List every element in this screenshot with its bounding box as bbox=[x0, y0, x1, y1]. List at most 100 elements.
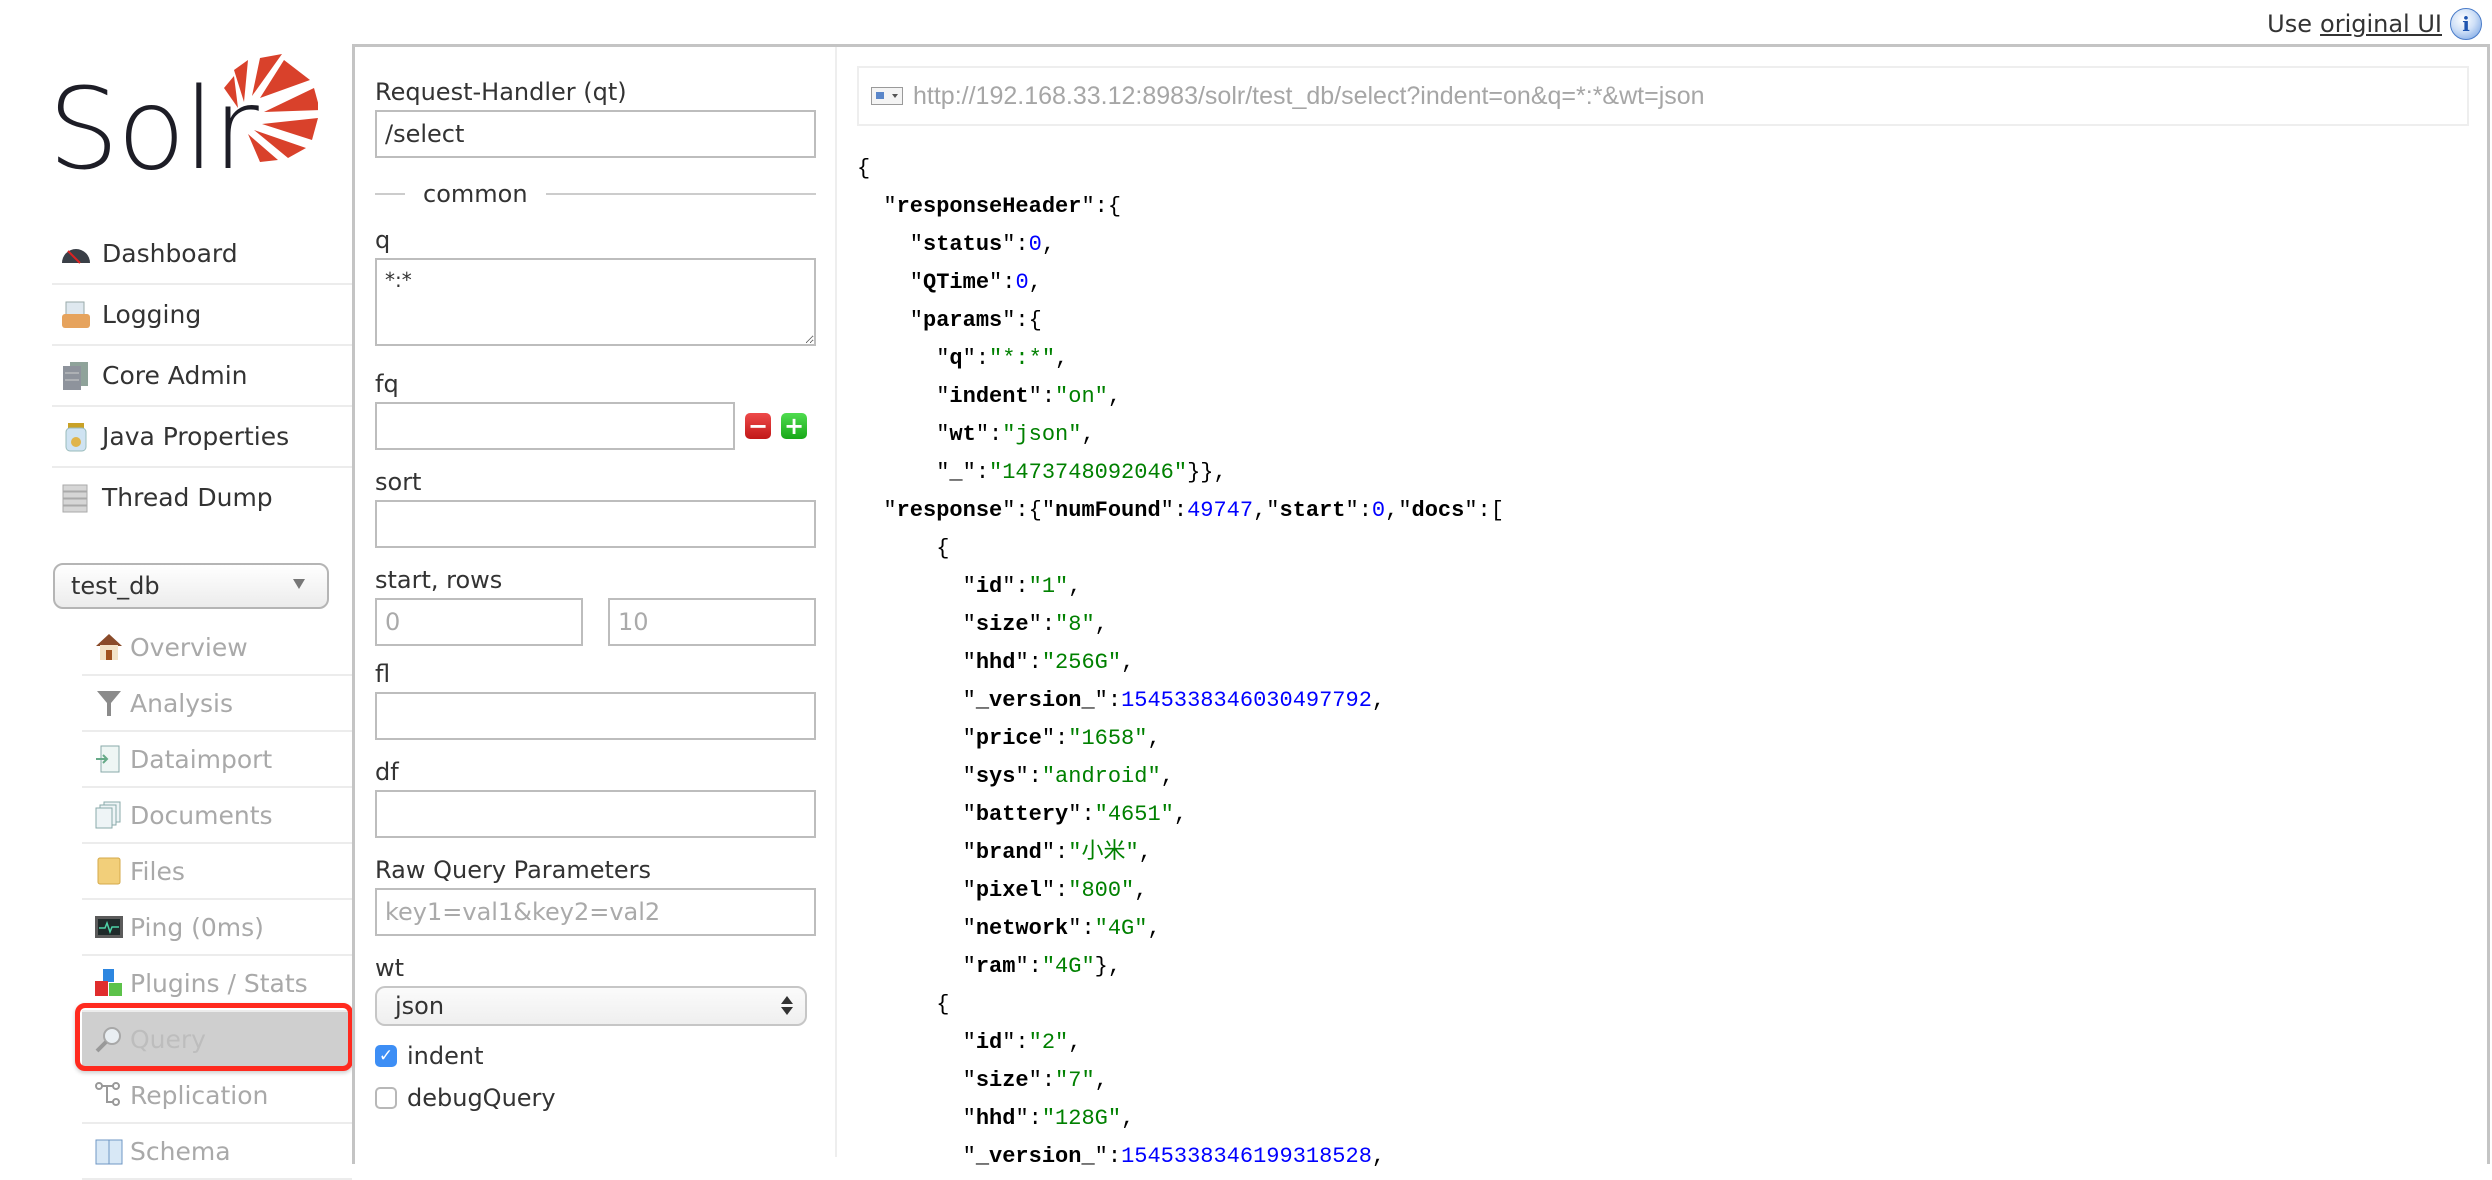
nav-item-logging[interactable]: Logging bbox=[52, 285, 352, 346]
core-nav-ping[interactable]: Ping (0ms) bbox=[82, 900, 352, 956]
core-nav-label: Schema bbox=[130, 1136, 231, 1166]
json-key: network bbox=[975, 916, 1069, 941]
core-nav-label: Analysis bbox=[130, 688, 234, 718]
dashboard-gauge-icon bbox=[60, 239, 92, 269]
json-string: "128G" bbox=[1041, 1106, 1122, 1131]
json-punct: , bbox=[1055, 346, 1069, 371]
fl-input[interactable] bbox=[375, 692, 816, 740]
add-fq-button[interactable]: + bbox=[781, 413, 807, 439]
json-punct: ": bbox=[1028, 612, 1056, 637]
json-key: id bbox=[975, 1030, 1003, 1055]
json-punct: ": bbox=[1015, 1106, 1042, 1131]
json-punct: " bbox=[857, 764, 976, 789]
json-punct: , bbox=[1094, 1068, 1108, 1093]
json-punct: , bbox=[1121, 1106, 1135, 1131]
panel-divider bbox=[835, 47, 837, 1157]
core-selector[interactable]: test_db bbox=[53, 563, 329, 609]
chevron-down-icon bbox=[293, 579, 305, 589]
json-key: ram bbox=[975, 954, 1016, 979]
json-punct: " bbox=[857, 688, 976, 713]
json-punct: ": bbox=[975, 422, 1003, 447]
json-key: _ bbox=[949, 460, 963, 485]
core-nav-query[interactable]: Query bbox=[82, 1012, 352, 1068]
json-key: size bbox=[975, 612, 1029, 637]
core-nav: Overview Analysis Dataimport Documents F… bbox=[82, 620, 352, 1180]
use-original-ui: Use original UI i bbox=[2267, 8, 2482, 40]
json-punct: , bbox=[1173, 802, 1188, 827]
indent-checkbox[interactable]: ✓ bbox=[375, 1045, 397, 1067]
df-input[interactable] bbox=[375, 790, 816, 838]
nav-item-dashboard[interactable]: Dashboard bbox=[52, 224, 352, 285]
core-nav-dataimport[interactable]: Dataimport bbox=[82, 732, 352, 788]
json-line: { bbox=[857, 150, 1504, 188]
schema-book-icon bbox=[94, 1136, 124, 1166]
nav-item-thread-dump[interactable]: Thread Dump bbox=[52, 468, 352, 527]
page-favicon-icon bbox=[871, 87, 903, 105]
core-nav-overview[interactable]: Overview bbox=[82, 620, 352, 676]
json-punct: ": bbox=[1028, 384, 1056, 409]
remove-fq-button[interactable]: − bbox=[745, 413, 771, 439]
json-punct: , bbox=[1371, 688, 1386, 713]
json-punct: ": bbox=[962, 346, 990, 371]
json-punct: " bbox=[857, 840, 976, 865]
json-punct: { bbox=[857, 156, 871, 181]
df-label: df bbox=[375, 758, 399, 786]
core-nav-label: Query bbox=[130, 1024, 206, 1054]
use-prefix: Use bbox=[2267, 10, 2313, 38]
funnel-icon bbox=[94, 688, 124, 718]
json-number: 0 bbox=[1015, 270, 1029, 295]
json-punct: }, bbox=[1094, 954, 1122, 979]
json-key: id bbox=[975, 574, 1003, 599]
wt-select[interactable]: json bbox=[375, 986, 807, 1026]
start-input[interactable] bbox=[375, 598, 583, 646]
json-punct: ": bbox=[1002, 1030, 1029, 1055]
json-punct: , bbox=[1041, 232, 1056, 257]
json-punct: , bbox=[1147, 726, 1161, 751]
core-nav-files[interactable]: Files bbox=[82, 844, 352, 900]
json-punct: ": bbox=[1028, 1068, 1056, 1093]
json-punct: " bbox=[857, 802, 976, 827]
sort-input[interactable] bbox=[375, 500, 816, 548]
fq-input[interactable] bbox=[375, 402, 735, 450]
json-string: "4G" bbox=[1041, 954, 1095, 979]
json-punct: , bbox=[1068, 574, 1082, 599]
global-nav: Dashboard Logging Core Admin Java Proper… bbox=[52, 224, 352, 527]
core-nav-replication[interactable]: Replication bbox=[82, 1068, 352, 1124]
raw-params-input[interactable] bbox=[375, 888, 816, 936]
core-nav-label: Plugins / Stats bbox=[130, 968, 308, 998]
json-punct: ": bbox=[1094, 688, 1122, 713]
rows-input[interactable] bbox=[608, 598, 816, 646]
core-nav-schema[interactable]: Schema bbox=[82, 1124, 352, 1180]
json-punct: { bbox=[857, 536, 950, 561]
qt-input[interactable] bbox=[375, 110, 816, 158]
indent-option: ✓ indent bbox=[375, 1042, 816, 1070]
original-ui-link[interactable]: original UI bbox=[2320, 10, 2442, 38]
json-punct: , bbox=[1371, 1144, 1386, 1169]
json-line: "ram":"4G"}, bbox=[857, 948, 1504, 986]
core-nav-documents[interactable]: Documents bbox=[82, 788, 352, 844]
solr-logo[interactable]: Solr bbox=[48, 40, 320, 195]
house-icon bbox=[94, 632, 124, 662]
json-punct: " bbox=[857, 346, 950, 371]
core-nav-analysis[interactable]: Analysis bbox=[82, 676, 352, 732]
json-key: docs bbox=[1411, 498, 1465, 523]
core-nav-label: Files bbox=[130, 856, 185, 886]
request-url-link[interactable]: http://192.168.33.12:8983/solr/test_db/s… bbox=[857, 66, 2469, 126]
json-key: start bbox=[1279, 498, 1346, 523]
info-icon[interactable]: i bbox=[2450, 8, 2482, 40]
json-line: "id":"2", bbox=[857, 1024, 1504, 1062]
nav-item-core-admin[interactable]: Core Admin bbox=[52, 346, 352, 407]
core-nav-plugins-stats[interactable]: Plugins / Stats bbox=[82, 956, 352, 1012]
json-number: 49747 bbox=[1187, 498, 1254, 523]
json-key: q bbox=[949, 346, 963, 371]
nav-item-java-properties[interactable]: Java Properties bbox=[52, 407, 352, 468]
json-string: "8" bbox=[1055, 612, 1095, 637]
json-punct: " bbox=[857, 270, 924, 295]
logo-text: Solr bbox=[48, 65, 259, 180]
json-key: price bbox=[975, 726, 1042, 751]
json-punct: , bbox=[1094, 612, 1108, 637]
q-textarea[interactable]: *:* bbox=[375, 258, 816, 346]
raw-params-label: Raw Query Parameters bbox=[375, 856, 652, 884]
debugquery-checkbox[interactable] bbox=[375, 1087, 397, 1109]
json-line: { bbox=[857, 530, 1504, 568]
